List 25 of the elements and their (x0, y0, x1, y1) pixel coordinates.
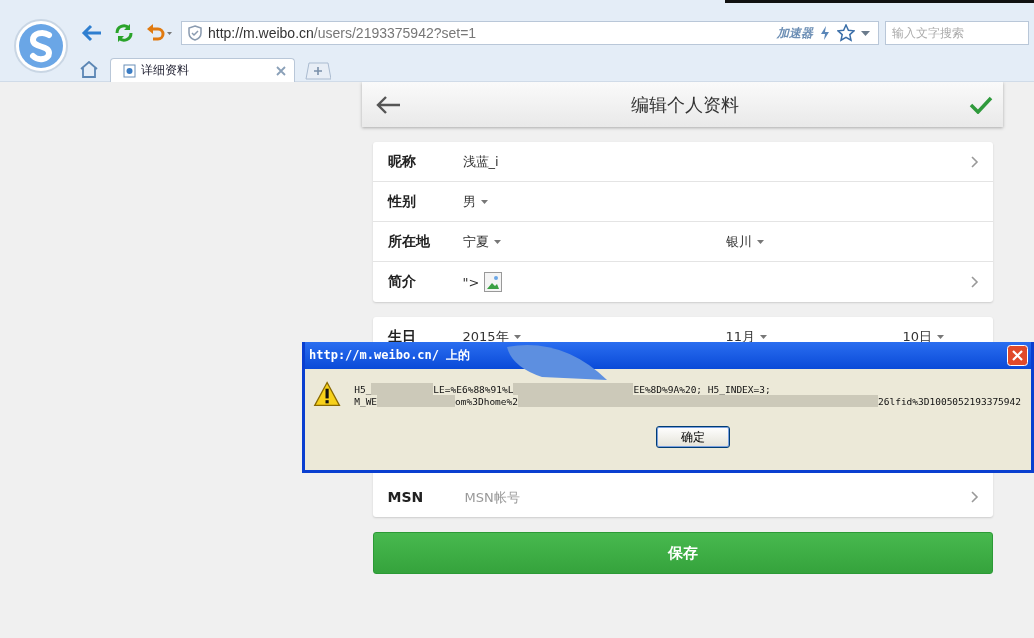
message-text: LE=%E6%88%91%L (433, 383, 514, 395)
field-value[interactable]: 11月 (725, 327, 756, 346)
field-value[interactable]: 2015年 (462, 327, 509, 346)
field-value: 浅蓝_i (462, 152, 499, 171)
field-value[interactable]: 10日 (902, 327, 933, 346)
field-label: 所在地 (387, 232, 431, 251)
address-bar[interactable]: http://m.weibo.cn/users/2193375942?set=1 加速器 (181, 21, 879, 45)
message-text: EE%8D%9A%20; H5_INDEX=3; (633, 383, 771, 395)
ok-button[interactable]: 确定 (656, 426, 730, 448)
field-label: 性别 (387, 192, 417, 211)
field-label: 简介 (387, 273, 417, 291)
message-text: M_WE (354, 395, 378, 407)
field-value: 银川 (725, 232, 752, 251)
page-title: 编辑个人资料 (631, 92, 739, 117)
message-text: H5_ (354, 383, 372, 395)
browser-tab[interactable]: 详细资料 (110, 58, 295, 82)
field-label: MSN (387, 489, 425, 505)
field-value: 男 (462, 192, 476, 211)
search-field[interactable]: 输入文字搜索 (885, 21, 1029, 45)
field-label: 昵称 (387, 152, 417, 171)
message-text: 26lfid%3D1005052193375942 (878, 395, 1021, 407)
field-value: 宁夏 (462, 232, 489, 251)
dialog-title: http://m.weibo.cn/ 上的 (309, 347, 472, 364)
message-text: om%3Dhome%2 (455, 395, 518, 407)
field-value: "> (462, 274, 480, 290)
